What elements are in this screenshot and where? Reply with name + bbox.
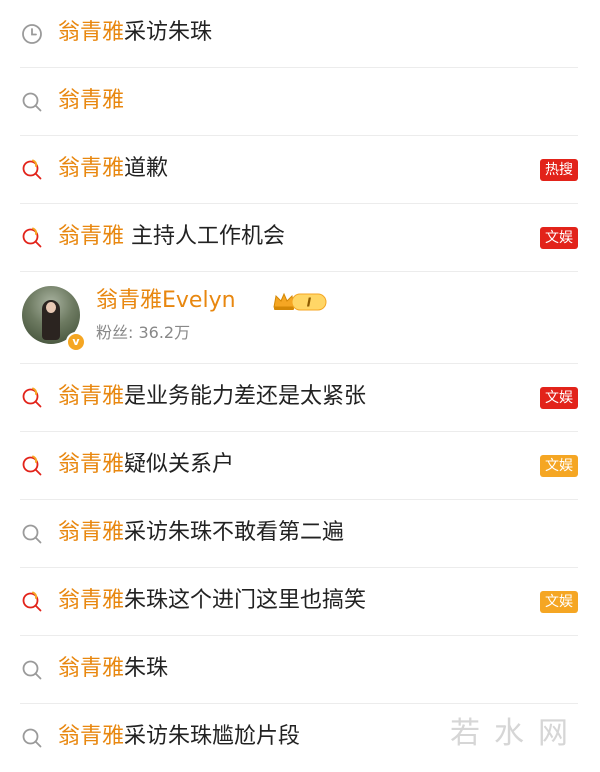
hot-search-icon: [20, 454, 44, 478]
suggestion-keyword: 翁青雅: [58, 224, 125, 249]
suggestion-item[interactable]: 翁青雅疑似关系户 文娱: [20, 432, 578, 500]
suggestion-item[interactable]: 翁青雅采访朱珠不敢看第二遍: [20, 500, 578, 568]
suggestion-text: 翁青雅道歉: [58, 153, 168, 185]
verified-icon: v: [66, 332, 86, 352]
suggestion-rest: 朱珠: [124, 656, 169, 681]
suggestion-keyword: 翁青雅: [58, 724, 125, 749]
suggestion-item[interactable]: 翁青雅朱珠: [20, 636, 578, 704]
hot-search-icon: [20, 386, 44, 410]
suggestion-text: 翁青雅 主持人工作机会: [58, 221, 285, 253]
user-suggestion[interactable]: v 翁青雅Evelyn I 粉丝: 36.2万: [20, 272, 578, 364]
suggestion-text: 翁青雅采访朱珠: [58, 17, 212, 49]
suggestion-rest: 采访朱珠尴尬片段: [124, 724, 301, 749]
entertainment-badge: 文娱: [540, 387, 578, 409]
history-icon: [20, 22, 44, 46]
suggestion-rest: 朱珠这个进门这里也搞笑: [124, 588, 367, 613]
suggestion-keyword: 翁青雅: [58, 88, 125, 113]
suggestion-text: 翁青雅采访朱珠不敢看第二遍: [58, 517, 344, 549]
search-icon: [20, 90, 44, 114]
suggestion-keyword: 翁青雅: [58, 452, 125, 477]
suggestion-item[interactable]: 翁青雅: [20, 68, 578, 136]
suggestion-item[interactable]: 翁青雅采访朱珠: [20, 0, 578, 68]
suggestion-item[interactable]: 翁青雅是业务能力差还是太紧张 文娱: [20, 364, 578, 432]
suggestion-keyword: 翁青雅: [58, 656, 125, 681]
suggestion-rest: 疑似关系户: [124, 452, 235, 477]
suggestion-text: 翁青雅朱珠: [58, 653, 168, 685]
suggestion-item[interactable]: 翁青雅朱珠这个进门这里也搞笑 文娱: [20, 568, 578, 636]
hot-search-icon: [20, 226, 44, 250]
suggestion-rest: 主持人工作机会: [124, 224, 286, 249]
avatar-face: [46, 302, 56, 313]
hot-search-icon: [20, 590, 44, 614]
suggestion-text: 翁青雅是业务能力差还是太紧张: [58, 381, 366, 413]
search-suggestion-list: 翁青雅采访朱珠 翁青雅 翁青雅道歉 热搜 翁青雅 主持人工作机会 文娱 v 翁青…: [0, 0, 600, 772]
suggestion-text: 翁青雅采访朱珠尴尬片段: [58, 721, 300, 753]
suggestion-text: 翁青雅: [58, 85, 124, 117]
hot-search-badge: 热搜: [540, 159, 578, 181]
search-icon: [20, 726, 44, 750]
suggestion-keyword: 翁青雅: [58, 20, 125, 45]
suggestion-rest: 道歉: [124, 156, 169, 181]
suggestion-rest: 采访朱珠不敢看第二遍: [124, 520, 345, 545]
suggestion-rest: 是业务能力差还是太紧张: [124, 384, 367, 409]
suggestion-rest: 采访朱珠: [124, 20, 213, 45]
suggestion-keyword: 翁青雅: [58, 384, 125, 409]
hot-search-icon: [20, 158, 44, 182]
suggestion-item[interactable]: 翁青雅道歉 热搜: [20, 136, 578, 204]
suggestion-item[interactable]: 翁青雅 主持人工作机会 文娱: [20, 204, 578, 272]
fans-count: 粉丝: 36.2万: [96, 323, 191, 342]
entertainment-badge: 文娱: [540, 455, 578, 477]
entertainment-badge: 文娱: [540, 227, 578, 249]
suggestion-text: 翁青雅朱珠这个进门这里也搞笑: [58, 585, 366, 617]
vip-crown-icon: I: [272, 291, 328, 313]
vip-level-text: I: [307, 296, 312, 310]
suggestion-keyword: 翁青雅: [58, 156, 125, 181]
user-name: 翁青雅Evelyn: [96, 288, 236, 313]
suggestion-keyword: 翁青雅: [58, 588, 125, 613]
search-icon: [20, 522, 44, 546]
watermark: 若水网: [450, 716, 582, 751]
entertainment-badge: 文娱: [540, 591, 578, 613]
suggestion-keyword: 翁青雅: [58, 520, 125, 545]
search-icon: [20, 658, 44, 682]
suggestion-text: 翁青雅疑似关系户: [58, 449, 234, 481]
